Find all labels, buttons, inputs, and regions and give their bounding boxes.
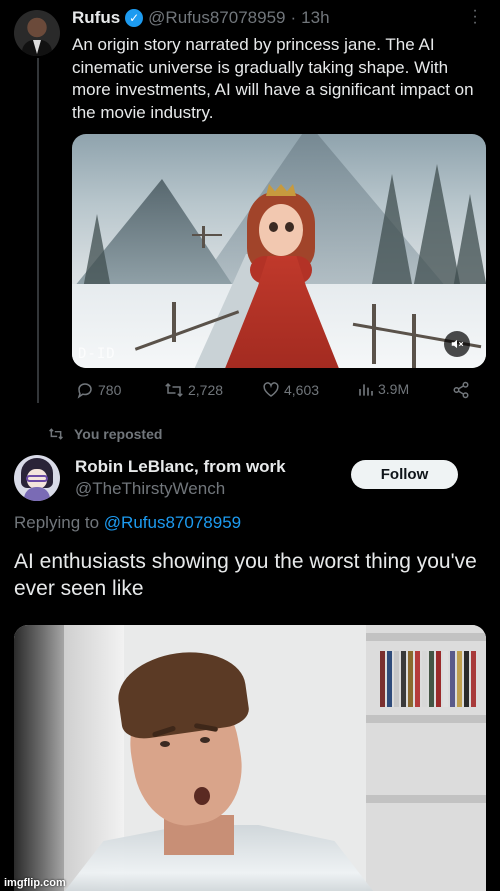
replying-to: Replying to @Rufus87078959 — [14, 513, 241, 533]
avatar-robin[interactable] — [14, 455, 60, 501]
like-button[interactable]: 4,603 — [262, 381, 319, 399]
follow-button[interactable]: Follow — [351, 460, 458, 489]
repost-icon — [165, 382, 183, 398]
views-count: 3.9M — [378, 381, 410, 397]
tweet2-text: AI enthusiasts showing you the worst thi… — [14, 550, 477, 600]
watermark-label: D-ID — [78, 346, 116, 362]
tweet1-text: An origin story narrated by princess jan… — [72, 35, 474, 122]
watermark: imgflip.com — [4, 877, 66, 889]
replying-prefix: Replying to — [14, 513, 100, 532]
repost-icon — [49, 428, 63, 440]
mute-icon[interactable] — [444, 331, 470, 357]
reply-icon — [77, 383, 92, 399]
like-icon — [263, 382, 279, 397]
share-button[interactable] — [452, 381, 470, 399]
tweet-video[interactable]: D-ID — [72, 134, 486, 368]
author-handle[interactable]: @Rufus87078959 — [148, 8, 285, 28]
share-icon — [453, 381, 469, 399]
verified-badge-icon: ✓ — [125, 9, 144, 27]
replying-to-link[interactable]: @Rufus87078959 — [104, 513, 241, 532]
repost-label: You reposted — [74, 426, 163, 442]
tweet-time[interactable]: 13h — [301, 8, 329, 28]
reply-button[interactable]: 780 — [76, 381, 121, 399]
views-button[interactable]: 3.9M — [358, 381, 409, 397]
separator-dot: · — [290, 8, 297, 27]
reply-count: 780 — [98, 382, 122, 398]
author-name[interactable]: Rufus — [72, 8, 120, 28]
views-icon — [359, 384, 373, 396]
author-name[interactable]: Robin LeBlanc, from work — [75, 457, 286, 477]
repost-count: 2,728 — [188, 382, 224, 398]
avatar-rufus[interactable] — [14, 10, 60, 56]
author-handle[interactable]: @TheThirstyWench — [75, 479, 225, 499]
repost-button[interactable]: 2,728 — [164, 381, 223, 399]
repost-indicator: You reposted — [48, 426, 162, 442]
like-count: 4,603 — [284, 382, 320, 398]
more-icon[interactable]: · · · — [470, 3, 480, 31]
thread-connector-line — [37, 58, 39, 403]
tweet1-actions: 780 2,728 4,603 3.9M — [72, 381, 472, 401]
tweet-image[interactable] — [14, 625, 486, 891]
tweet1-header: Rufus ✓ @Rufus87078959 · 13h — [72, 8, 330, 28]
